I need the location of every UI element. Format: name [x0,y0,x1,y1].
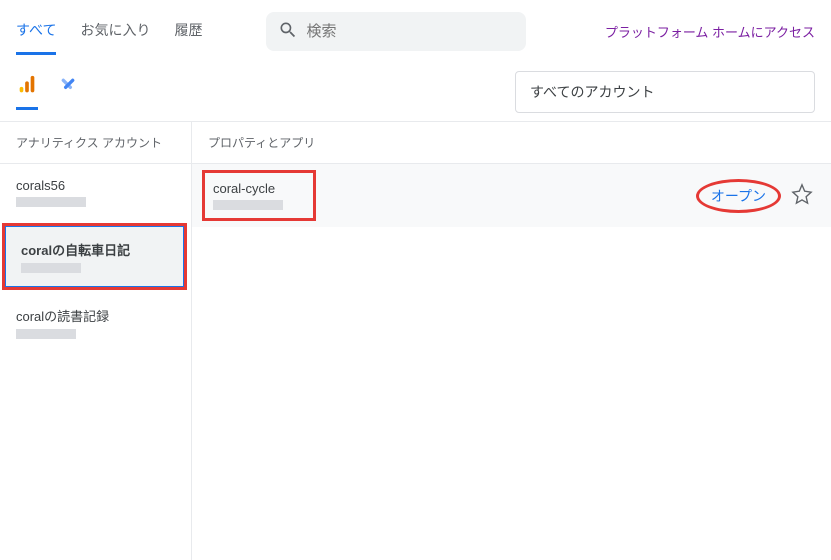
search-input[interactable] [306,23,514,40]
tag-manager-icon[interactable] [58,75,78,109]
account-item[interactable]: coralの自転車日記 [5,226,184,287]
account-name: coralの自転車日記 [21,240,168,259]
tab-favorites[interactable]: お気に入り [80,8,150,55]
property-name: coral-cycle [213,181,283,196]
tab-history[interactable]: 履歴 [174,8,202,55]
account-id-placeholder [21,263,81,273]
search-box[interactable] [266,12,526,51]
account-item[interactable]: coralの読書記録 [0,292,191,353]
account-id-placeholder [16,329,76,339]
properties-column-header: プロパティとアプリ [192,122,831,164]
account-id-placeholder [16,197,86,207]
accounts-column-header: アナリティクス アカウント [0,122,191,164]
account-name: coralの読書記録 [16,306,175,325]
account-name: corals56 [16,178,175,193]
main-tabs: すべて お気に入り 履歴 [16,8,202,55]
property-row[interactable]: coral-cycle オープン [192,164,831,227]
favorite-star-icon[interactable] [791,183,813,208]
platform-home-link[interactable]: プラットフォーム ホームにアクセス [605,22,815,41]
analytics-icon[interactable] [16,74,38,110]
account-item[interactable]: corals56 [0,164,191,221]
open-button[interactable]: オープン [696,179,781,213]
tab-all[interactable]: すべて [16,8,56,55]
account-filter-dropdown[interactable]: すべてのアカウント [515,71,815,113]
search-icon [278,20,298,43]
property-id-placeholder [213,200,283,210]
